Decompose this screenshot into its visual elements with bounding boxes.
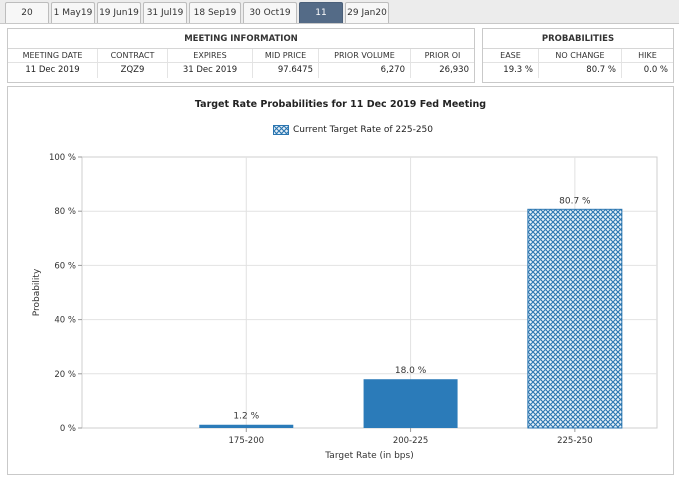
probabilities-values: 19.3 % 80.7 % 0.0 % xyxy=(483,63,673,78)
y-tick-label: 40 % xyxy=(54,316,76,326)
value-hike: 0.0 % xyxy=(643,65,668,75)
value-prior-volume: 6,270 xyxy=(319,63,411,78)
header-contract: CONTRACT xyxy=(98,49,168,62)
meeting-tabs: 20 Mar191 May1919 Jun1931 Jul1918 Sep193… xyxy=(0,0,679,38)
tab-18-sep19[interactable]: 18 Sep19 xyxy=(189,2,241,23)
header-ease: EASE xyxy=(483,49,539,62)
x-axis-label: Target Rate (in bps) xyxy=(324,451,413,461)
header-mid-price: MID PRICE xyxy=(253,49,319,62)
value-prior-oi: 26,930 xyxy=(439,65,469,75)
header-prior-oi: PRIOR OI xyxy=(424,51,461,60)
chart-panel: Target Rate Probabilities for 11 Dec 201… xyxy=(7,86,674,475)
header-prior-volume: PRIOR VOLUME xyxy=(319,49,411,62)
tab-29-jan20[interactable]: 29 Jan20 xyxy=(345,2,389,23)
header-hike: HIKE xyxy=(638,51,657,60)
y-tick-label: 80 % xyxy=(54,207,76,217)
x-tick-label: 225-250 xyxy=(557,436,593,446)
x-tick-label: 200-225 xyxy=(393,436,429,446)
meeting-information-panel: MEETING INFORMATION MEETING DATE CONTRAC… xyxy=(7,28,475,83)
tab-20-mar19[interactable]: 20 Mar19 xyxy=(5,2,49,38)
meeting-information-headers: MEETING DATE CONTRACT EXPIRES MID PRICE … xyxy=(8,49,474,63)
tab-11-dec19[interactable]: 11 Dec19 xyxy=(299,2,343,38)
data-label: 80.7 % xyxy=(559,196,591,206)
meeting-information-title: MEETING INFORMATION xyxy=(8,29,474,49)
tab-30-oct19[interactable]: 30 Oct19 xyxy=(243,2,297,23)
y-tick-label: 20 % xyxy=(54,370,76,380)
value-mid-price: 97.6475 xyxy=(253,63,319,78)
y-tick-label: 60 % xyxy=(54,261,76,271)
tab-19-jun19[interactable]: 19 Jun19 xyxy=(97,2,141,23)
x-tick-label: 175-200 xyxy=(229,436,265,446)
bar-chart: 0 % 20 % 40 % 60 % 80 % 100 % 1.2 % 175-200 18.0… xyxy=(32,153,658,461)
y-tick-label: 0 % xyxy=(60,424,76,434)
value-meeting-date: 11 Dec 2019 xyxy=(8,63,98,78)
probabilities-title: PROBABILITIES xyxy=(483,29,673,49)
value-no-change: 80.7 % xyxy=(539,63,622,78)
value-ease: 19.3 % xyxy=(483,63,539,78)
tab-1-may19[interactable]: 1 May19 xyxy=(51,2,95,23)
tab-31-jul19[interactable]: 31 Jul19 xyxy=(143,2,187,23)
value-expires: 31 Dec 2019 xyxy=(168,63,253,78)
header-meeting-date: MEETING DATE xyxy=(8,49,98,62)
meeting-information-values: 11 Dec 2019 ZQZ9 31 Dec 2019 97.6475 6,2… xyxy=(8,63,474,78)
header-expires: EXPIRES xyxy=(168,49,253,62)
probabilities-panel: PROBABILITIES EASE NO CHANGE HIKE 19.3 %… xyxy=(482,28,674,83)
data-label: 1.2 % xyxy=(233,412,259,422)
bar-175-200 xyxy=(199,424,294,428)
value-contract: ZQZ9 xyxy=(98,63,168,78)
bar-225-250 xyxy=(527,208,623,429)
y-axis-label: Probability xyxy=(32,268,42,316)
bar-200-225 xyxy=(363,379,458,428)
data-label: 18.0 % xyxy=(395,366,427,376)
header-no-change: NO CHANGE xyxy=(539,49,622,62)
y-tick-label: 100 % xyxy=(49,153,76,163)
probabilities-headers: EASE NO CHANGE HIKE xyxy=(483,49,673,63)
